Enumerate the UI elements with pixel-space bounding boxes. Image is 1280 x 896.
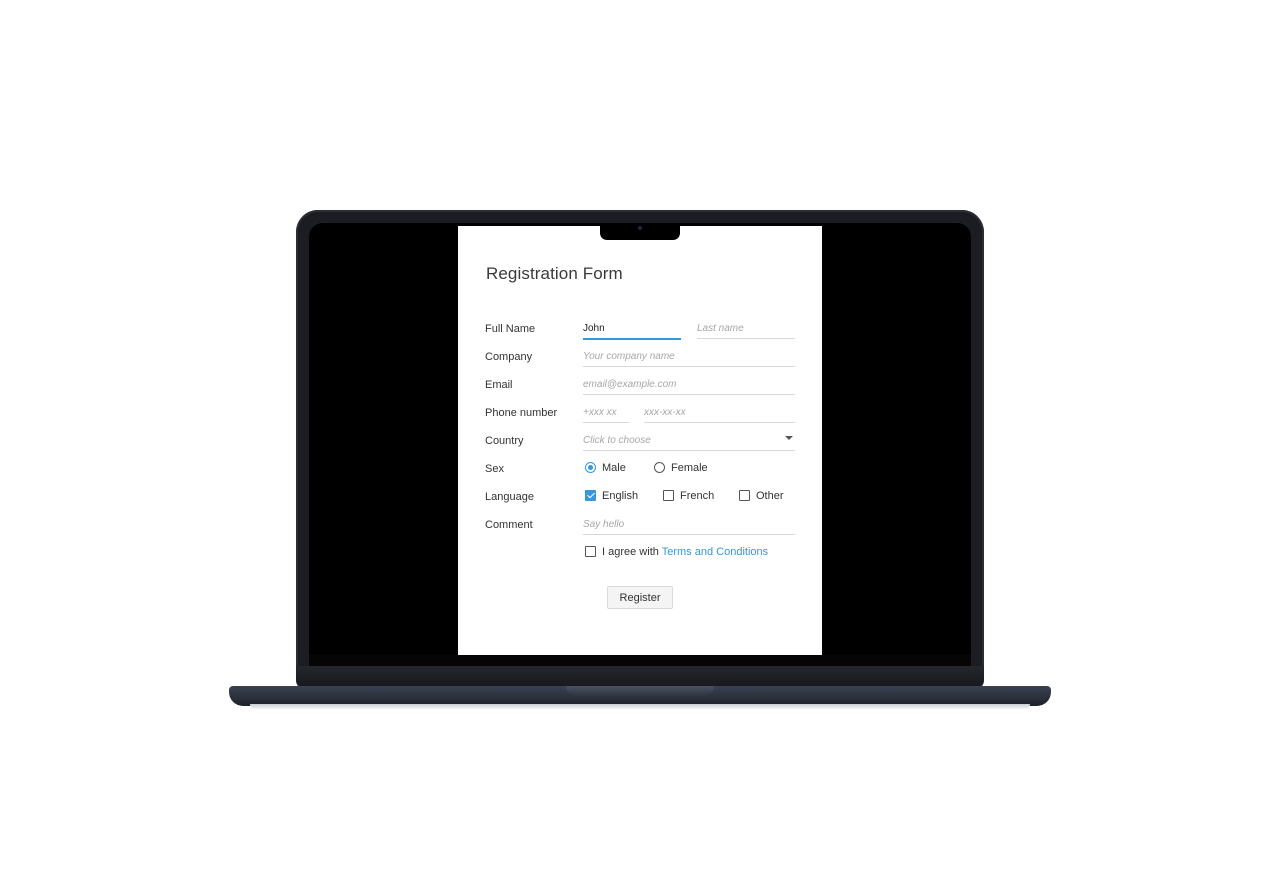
checkbox-unchecked-icon[interactable]: [585, 546, 596, 557]
comment-row: Comment: [485, 514, 805, 538]
language-option-label: English: [602, 490, 639, 502]
laptop-opening-lip: [566, 686, 714, 696]
company-input[interactable]: [583, 346, 795, 367]
laptop-hinge: [296, 666, 984, 688]
email-input[interactable]: [583, 374, 795, 395]
app-screen: Registration Form Full Name Company Emai…: [458, 226, 822, 655]
sex-option-label: Male: [602, 462, 626, 474]
first-name-input[interactable]: [583, 318, 681, 340]
country-label: Country: [485, 435, 524, 447]
terms-link[interactable]: Terms and Conditions: [662, 546, 768, 558]
language-label: Language: [485, 491, 534, 503]
country-select[interactable]: Click to choose: [583, 430, 795, 451]
language-option-label: French: [680, 490, 715, 502]
laptop-chin: [309, 654, 971, 666]
radio-unselected-icon[interactable]: [654, 462, 665, 473]
sex-row: Sex Male Female: [485, 458, 805, 482]
company-label: Company: [485, 351, 533, 363]
phone-row: Phone number: [485, 402, 805, 426]
email-row: Email: [485, 374, 805, 398]
sex-label: Sex: [485, 463, 504, 475]
agree-row: I agree with Terms and Conditions: [485, 542, 805, 566]
comment-label: Comment: [485, 519, 533, 531]
country-row: Country Click to choose: [485, 430, 805, 454]
sex-option-label: Female: [671, 462, 708, 474]
language-option-label: Other: [756, 490, 784, 502]
full-name-row: Full Name: [485, 318, 805, 342]
register-button[interactable]: Register: [607, 586, 673, 609]
checkbox-unchecked-icon[interactable]: [663, 490, 674, 501]
full-name-label: Full Name: [485, 323, 536, 335]
phone-code-input[interactable]: [583, 402, 629, 423]
email-label: Email: [485, 379, 513, 391]
form-title: Registration Form: [486, 264, 623, 283]
checkbox-checked-icon[interactable]: [585, 490, 596, 501]
radio-selected-icon[interactable]: [585, 462, 596, 473]
last-name-input[interactable]: [697, 318, 795, 339]
phone-label: Phone number: [485, 407, 558, 419]
camera-icon: [638, 226, 642, 230]
checkbox-unchecked-icon[interactable]: [739, 490, 750, 501]
chevron-down-icon: [785, 436, 793, 440]
phone-number-input[interactable]: [644, 402, 795, 423]
agree-label: I agree with Terms and Conditions: [602, 546, 768, 558]
country-placeholder: Click to choose: [583, 435, 651, 446]
company-row: Company: [485, 346, 805, 370]
language-row: Language English French Other: [485, 486, 805, 510]
agree-text: I agree with: [602, 546, 659, 558]
comment-input[interactable]: [583, 514, 795, 535]
laptop-shadow: [250, 704, 1030, 710]
